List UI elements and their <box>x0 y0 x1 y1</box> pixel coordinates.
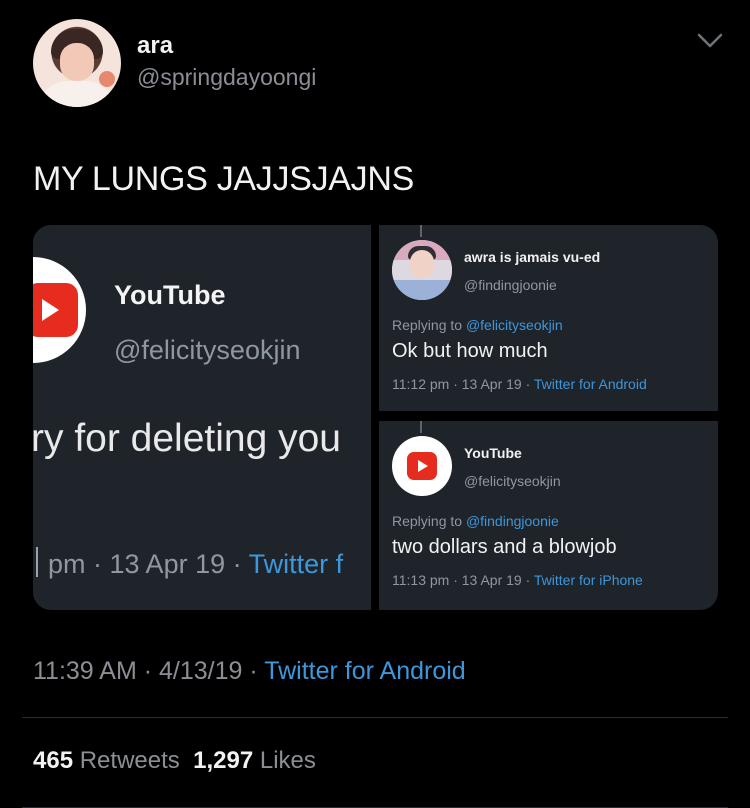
tweet-source-link[interactable]: Twitter for Android <box>264 657 465 685</box>
reply1-meta: 11:12 pm · 13 Apr 19 · Twitter for Andro… <box>392 376 647 392</box>
retweets-count[interactable]: 465 <box>33 747 73 774</box>
media-divider <box>371 225 379 610</box>
reply1-handle: @findingjoonie <box>464 277 557 293</box>
reply-card-1: awra is jamais vu-ed @findingjoonie Repl… <box>379 225 718 411</box>
zoomed-meta: pm · 13 Apr 19 · Twitter f <box>33 549 343 580</box>
replying-prefix: Replying to <box>392 513 466 529</box>
youtube-logo-icon <box>392 436 452 496</box>
media-zoomed-screenshot: YouTube @felicityseokjin ry for deleting… <box>33 225 371 610</box>
tweet-time: 11:39 AM <box>33 657 137 685</box>
youtube-logo-icon <box>33 257 86 363</box>
meta-separator: · <box>143 657 153 685</box>
likes-count[interactable]: 1,297 <box>193 747 253 774</box>
divider <box>22 717 728 718</box>
reply1-meta-time: 11:12 pm · 13 Apr 19 · <box>392 376 534 392</box>
reply2-meta-source: Twitter for iPhone <box>533 572 643 588</box>
reply1-body: Ok but how much <box>392 340 548 362</box>
zoomed-meta-time: pm · 13 Apr 19 · <box>48 549 249 579</box>
tweet-date: 4/13/19 <box>159 657 243 685</box>
play-icon <box>42 299 59 321</box>
replying-link: @felicityseokjin <box>465 317 563 333</box>
tweet-media[interactable]: YouTube @felicityseokjin ry for deleting… <box>33 225 718 610</box>
likes-label[interactable]: Likes <box>260 747 316 774</box>
reply2-handle: @felicityseokjin <box>464 473 561 489</box>
reply2-replying-to: Replying to @findingjoonie <box>392 513 559 529</box>
avatar-face <box>60 43 94 81</box>
meta-separator: · <box>249 657 258 685</box>
reply2-meta-time: 11:13 pm · 13 Apr 19 · <box>392 572 534 588</box>
replying-link: @findingjoonie <box>465 513 559 529</box>
reply1-name: awra is jamais vu-ed <box>464 249 601 265</box>
avatar-face <box>410 250 434 278</box>
chevron-down-icon[interactable] <box>697 33 723 49</box>
reply1-avatar <box>392 240 452 300</box>
avatar-flower <box>99 71 115 87</box>
tweet-text: MY LUNGS JAJJSJAJNS <box>33 160 414 198</box>
replying-prefix: Replying to <box>392 317 466 333</box>
reply2-meta: 11:13 pm · 13 Apr 19 · Twitter for iPhon… <box>392 572 643 588</box>
reply1-meta-source: Twitter for Android <box>533 376 647 392</box>
zoomed-body: ry for deleting you <box>33 417 342 460</box>
author-name[interactable]: ara <box>137 32 173 60</box>
tweet-timestamp: 11:39 AM · 4/13/19 · Twitter for Android <box>33 657 466 686</box>
media-divider-horizontal <box>379 411 718 421</box>
zoomed-meta-source: Twitter f <box>248 549 344 579</box>
thread-line <box>420 225 422 237</box>
reply2-body: two dollars and a blowjob <box>392 536 617 558</box>
author-handle[interactable]: @springdayoongi <box>137 64 316 91</box>
retweets-label[interactable]: Retweets <box>80 747 180 774</box>
reply1-replying-to: Replying to @felicityseokjin <box>392 317 563 333</box>
play-icon <box>418 460 428 472</box>
avatar-bg-bottom <box>392 280 452 300</box>
avatar[interactable] <box>33 19 121 107</box>
zoomed-name: YouTube <box>114 280 226 310</box>
tweet-stats: 465 Retweets 1,297 Likes <box>33 747 316 775</box>
zoomed-handle: @felicityseokjin <box>114 335 301 365</box>
reply-card-2: YouTube @felicityseokjin Replying to @fi… <box>379 421 718 610</box>
thread-line <box>420 421 422 433</box>
reply2-name: YouTube <box>464 445 522 461</box>
